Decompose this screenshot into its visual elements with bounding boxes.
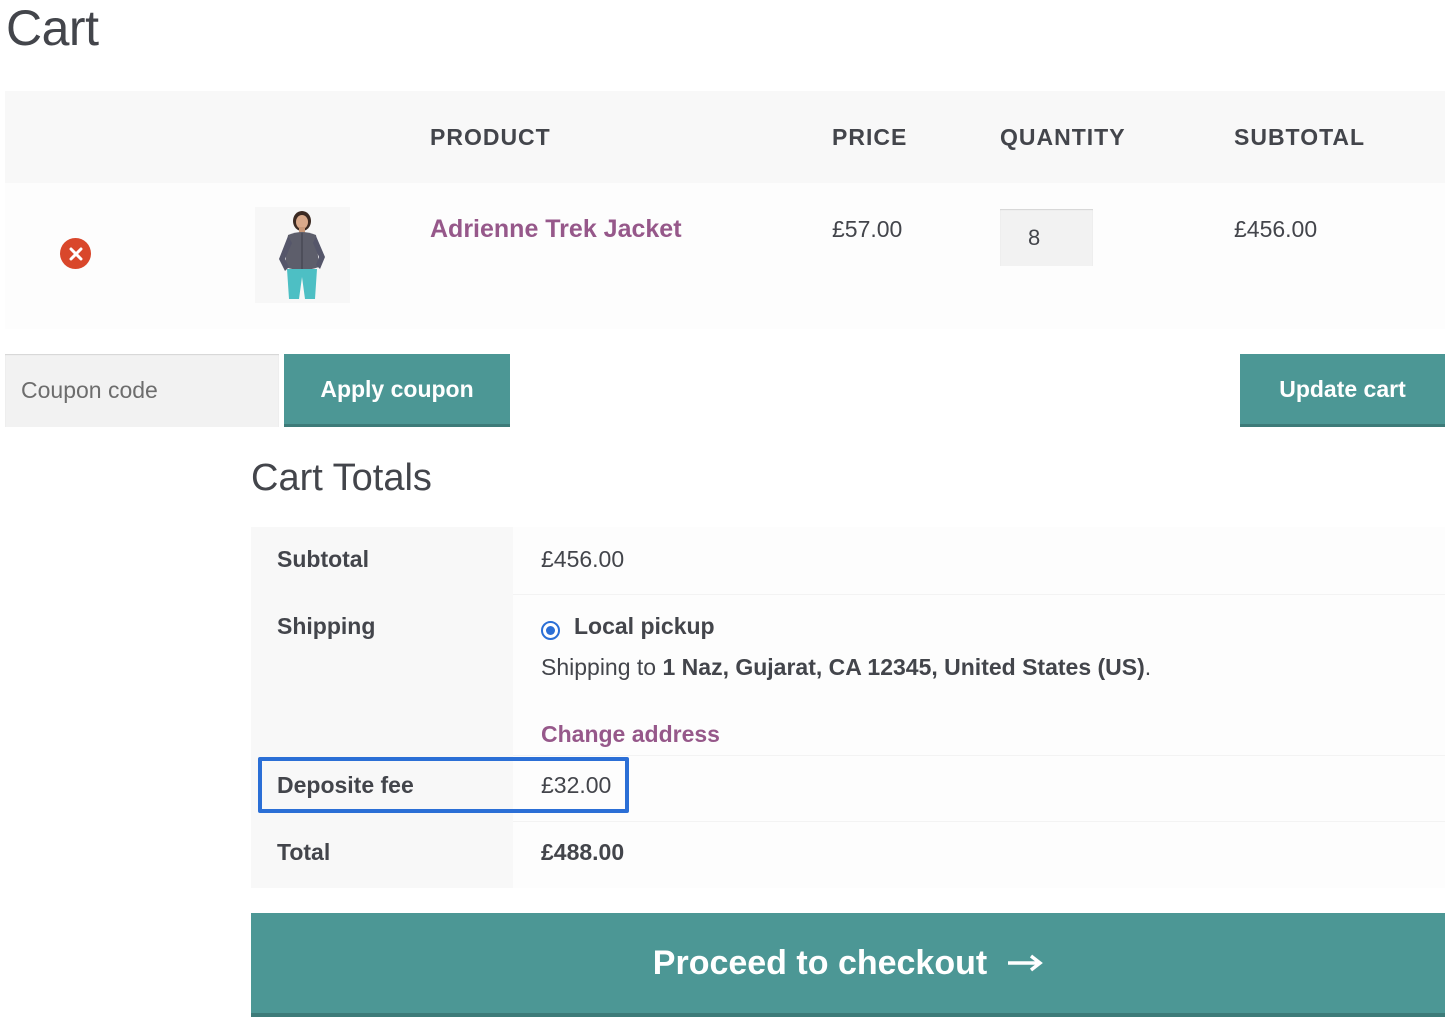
row-divider <box>513 755 1445 756</box>
cart-totals-table: Subtotal £456.00 Shipping Local pickup S… <box>251 527 1445 888</box>
shipping-to-prefix: Shipping to <box>541 654 663 680</box>
right-arrow-icon <box>1008 954 1044 972</box>
cart-totals-title: Cart Totals <box>251 457 432 499</box>
page-title: Cart <box>6 0 99 56</box>
row-divider <box>513 821 1445 822</box>
total-label: Total <box>277 839 331 865</box>
subtotal-value: £456.00 <box>541 546 625 572</box>
cart-table-header: PRODUCT PRICE QUANTITY SUBTOTAL <box>5 91 1445 183</box>
row-divider <box>513 594 1445 595</box>
local-pickup-radio[interactable] <box>541 621 560 640</box>
column-header-quantity: QUANTITY <box>1000 124 1126 150</box>
totals-label-column <box>251 527 513 888</box>
column-header-subtotal: SUBTOTAL <box>1234 124 1366 150</box>
product-image <box>255 207 350 303</box>
product-thumbnail[interactable] <box>255 207 350 303</box>
item-price: £57.00 <box>832 216 903 242</box>
cart-item-row: Adrienne Trek Jacket £57.00 £456.00 <box>5 183 1445 329</box>
coupon-code-input[interactable] <box>5 354 279 427</box>
subtotal-label: Subtotal <box>277 546 369 572</box>
column-header-product: PRODUCT <box>430 124 551 150</box>
shipping-destination: Shipping to 1 Naz, Gujarat, CA 12345, Un… <box>541 654 1151 681</box>
change-address-link[interactable]: Change address <box>541 721 720 748</box>
apply-coupon-button[interactable]: Apply coupon <box>284 354 510 427</box>
totals-value-column <box>513 527 1445 888</box>
deposit-fee-highlight <box>258 757 629 813</box>
product-name-link[interactable]: Adrienne Trek Jacket <box>430 215 682 244</box>
column-header-price: PRICE <box>832 124 908 150</box>
remove-circle-x-icon <box>69 247 82 260</box>
total-value: £488.00 <box>541 839 625 865</box>
checkout-label: Proceed to checkout <box>652 943 988 982</box>
shipping-to-suffix: . <box>1144 654 1152 680</box>
cart-table: PRODUCT PRICE QUANTITY SUBTOTAL Adrienne… <box>5 91 1445 329</box>
local-pickup-label[interactable]: Local pickup <box>574 613 715 640</box>
quantity-input[interactable] <box>1000 209 1093 266</box>
shipping-address: 1 Naz, Gujarat, CA 12345, United States … <box>662 654 1145 680</box>
item-subtotal: £456.00 <box>1234 216 1318 242</box>
remove-item-button[interactable] <box>60 238 91 269</box>
update-cart-button[interactable]: Update cart <box>1240 354 1445 427</box>
proceed-to-checkout-button[interactable]: Proceed to checkout <box>251 913 1445 1017</box>
shipping-label: Shipping <box>277 613 376 639</box>
